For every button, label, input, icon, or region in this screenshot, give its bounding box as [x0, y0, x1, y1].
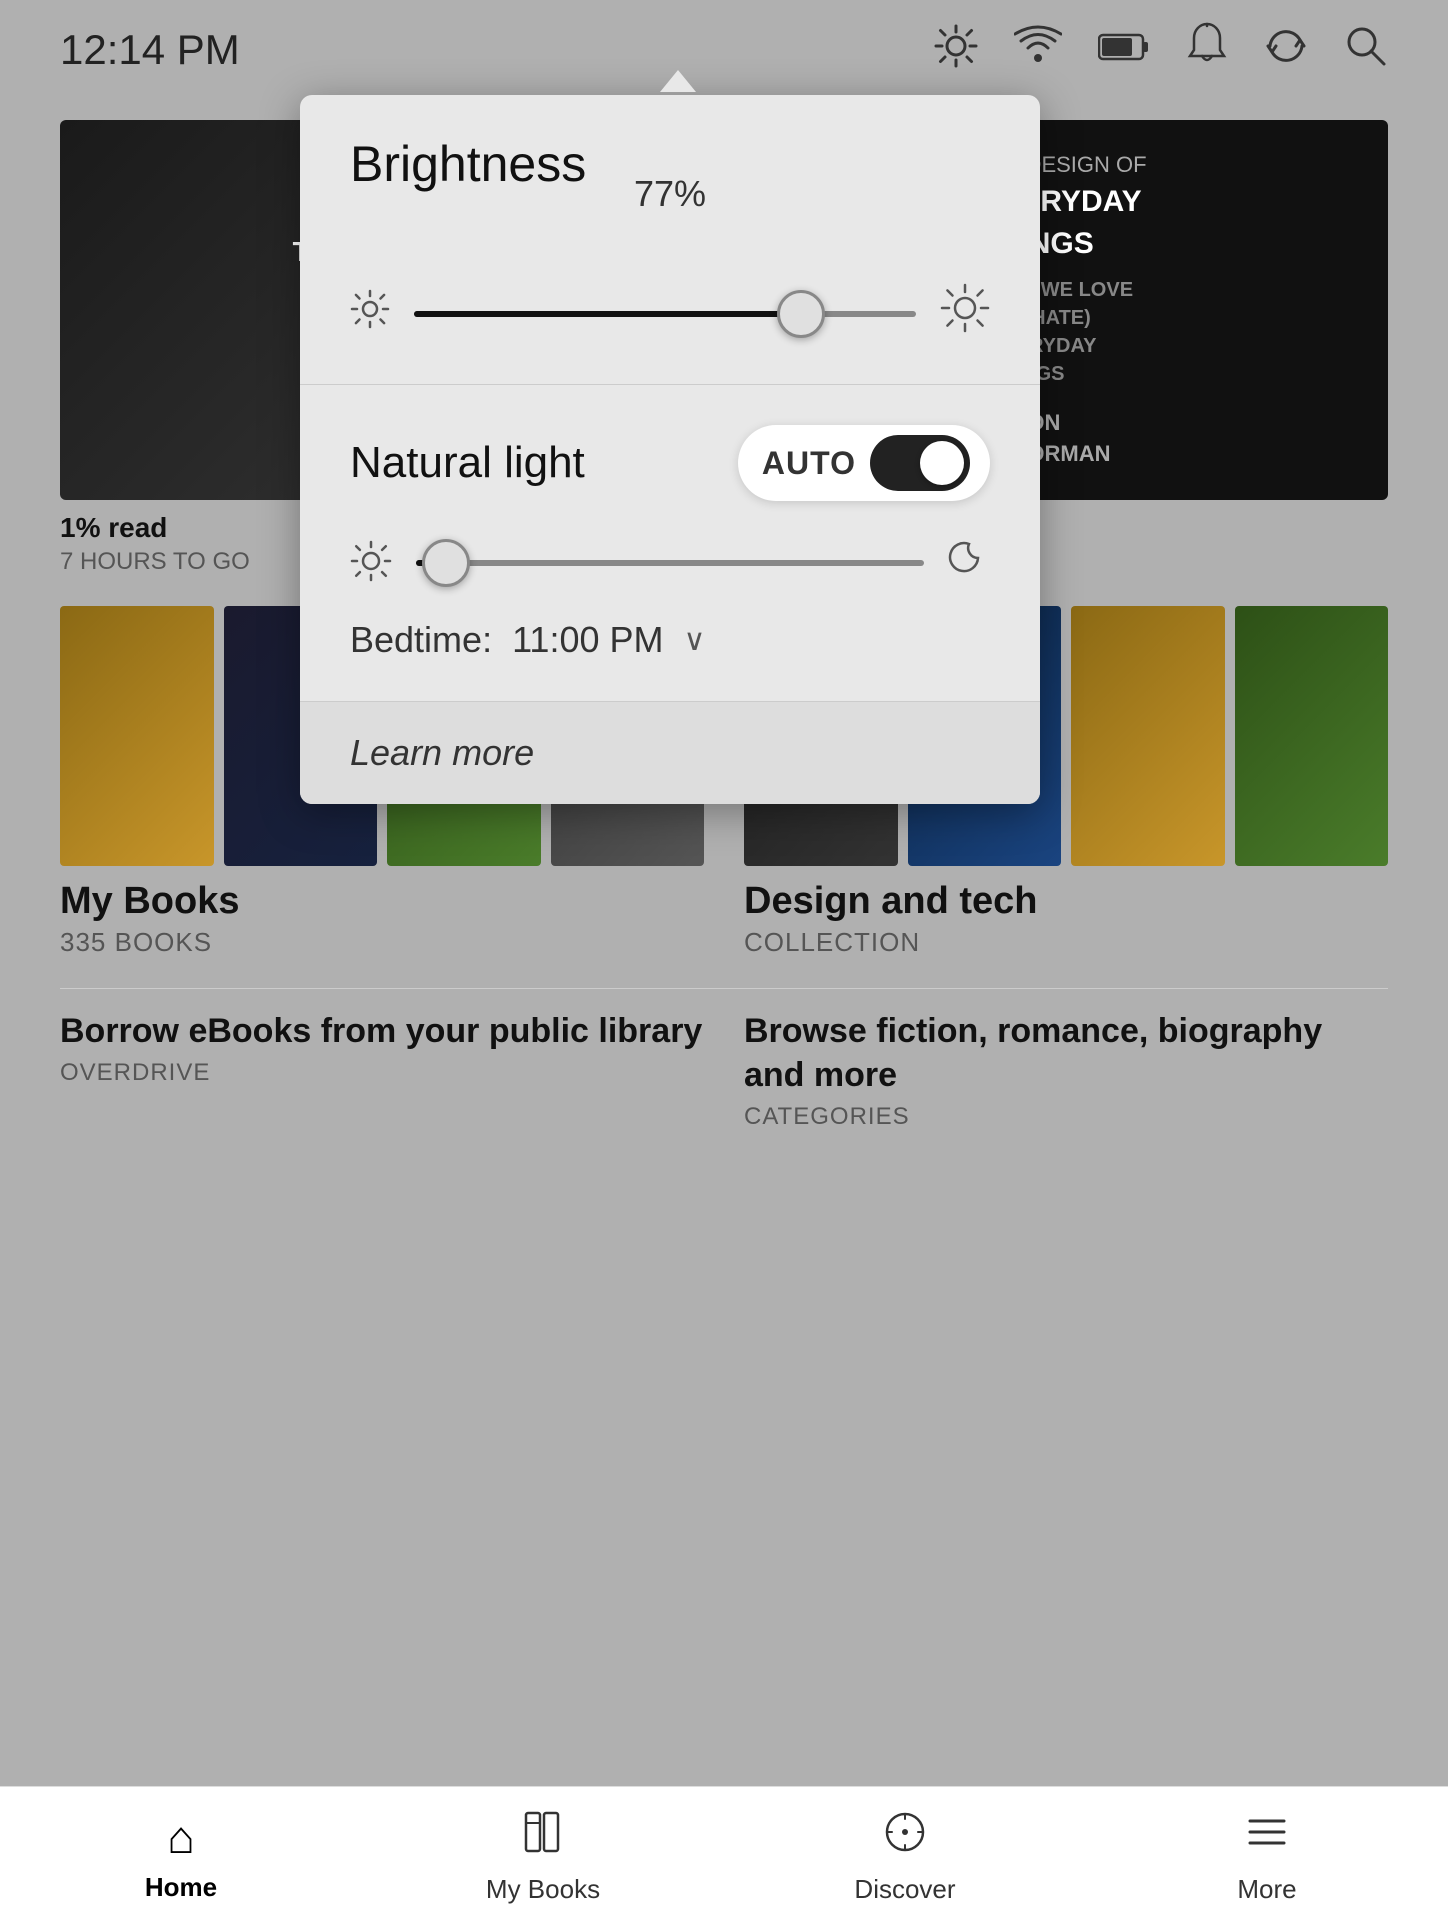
nav-discover[interactable]: Discover — [724, 1787, 1086, 1926]
my-books-count: 335 BOOKS — [60, 927, 704, 958]
sun-dim-icon — [350, 289, 390, 339]
auto-label: AUTO — [762, 445, 856, 482]
discover-icon — [882, 1809, 928, 1866]
borrow-promo[interactable]: Borrow eBooks from your public library O… — [60, 1009, 704, 1131]
natural-light-section: Natural light AUTO — [300, 384, 1040, 701]
design-tech-meta: COLLECTION — [744, 927, 1388, 958]
browse-promo[interactable]: Browse fiction, romance, biography and m… — [744, 1009, 1388, 1131]
brightness-panel: Brightness 77% — [300, 95, 1040, 804]
warmth-slider-row — [350, 537, 990, 589]
bedtime-chevron-icon[interactable]: ∨ — [684, 623, 706, 658]
status-icons — [934, 22, 1388, 78]
browse-title: Browse fiction, romance, biography and m… — [744, 1009, 1388, 1097]
brightness-slider-row — [350, 283, 990, 344]
design-tech-title: Design and tech — [744, 880, 1388, 923]
natural-light-row: Natural light AUTO — [350, 425, 990, 501]
book-thumb-8 — [1235, 606, 1389, 866]
learn-more-link[interactable]: Learn more — [350, 732, 534, 773]
more-icon — [1244, 1809, 1290, 1866]
borrow-title: Borrow eBooks from your public library — [60, 1009, 704, 1053]
brightness-value: 77% — [634, 173, 706, 215]
warmth-slider-thumb[interactable] — [422, 539, 470, 587]
wifi-icon — [1014, 24, 1062, 76]
panel-arrow — [660, 70, 696, 92]
sun-warmth-icon — [350, 540, 392, 587]
nav-my-books[interactable]: My Books — [362, 1787, 724, 1926]
status-bar: 12:14 PM — [0, 0, 1448, 100]
warmth-slider-track[interactable] — [416, 560, 924, 566]
learn-more-section: Learn more — [300, 701, 1040, 804]
borrow-meta: OVERDRIVE — [60, 1059, 704, 1087]
brightness-status-icon[interactable] — [934, 24, 978, 76]
bottom-navigation: ⌂ Home My Books Discover — [0, 1786, 1448, 1926]
book-thumb-7 — [1071, 606, 1225, 866]
sun-bright-icon — [940, 283, 990, 344]
nav-my-books-label: My Books — [486, 1874, 600, 1905]
bedtime-value: 11:00 PM — [512, 619, 663, 661]
natural-light-toggle[interactable] — [870, 435, 970, 491]
battery-icon — [1098, 28, 1150, 72]
browse-meta: CATEGORIES — [744, 1103, 1388, 1131]
my-books-title: My Books — [60, 880, 704, 923]
auto-toggle[interactable]: AUTO — [738, 425, 990, 501]
search-icon[interactable] — [1344, 24, 1388, 76]
brightness-section: Brightness 77% — [300, 95, 1040, 384]
nav-more-label: More — [1237, 1874, 1296, 1905]
notification-icon[interactable] — [1186, 22, 1228, 78]
book-thumb-1 — [60, 606, 214, 866]
home-icon: ⌂ — [167, 1810, 195, 1864]
sync-icon[interactable] — [1264, 24, 1308, 76]
toggle-knob — [920, 441, 964, 485]
moon-icon — [948, 537, 990, 589]
my-books-nav-icon — [520, 1809, 566, 1866]
brightness-slider-fill — [414, 311, 801, 317]
nav-discover-label: Discover — [854, 1874, 955, 1905]
brightness-slider-thumb[interactable] — [777, 290, 825, 338]
status-time: 12:14 PM — [60, 26, 240, 74]
natural-light-label: Natural light — [350, 438, 585, 488]
nav-more[interactable]: More — [1086, 1787, 1448, 1926]
brightness-slider-track[interactable] — [414, 311, 916, 317]
divider-1 — [60, 988, 1388, 989]
nav-home-label: Home — [145, 1872, 217, 1903]
bedtime-row: Bedtime: 11:00 PM ∨ — [350, 619, 990, 661]
bedtime-label: Bedtime: — [350, 619, 492, 661]
nav-home[interactable]: ⌂ Home — [0, 1787, 362, 1926]
promo-row: Borrow eBooks from your public library O… — [60, 1009, 1388, 1131]
